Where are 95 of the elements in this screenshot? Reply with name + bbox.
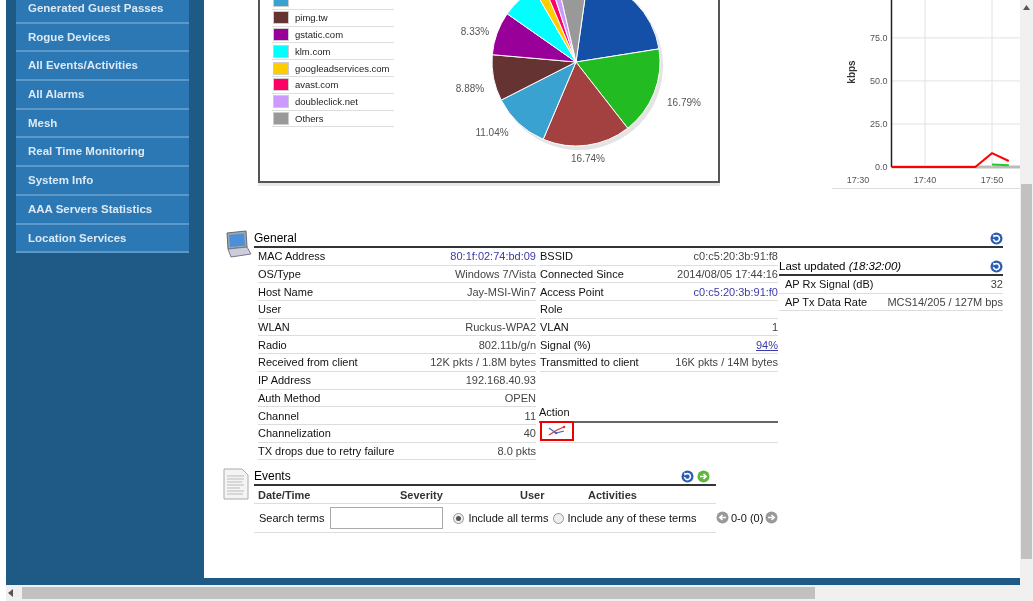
- slice-label: 8.33%: [460, 26, 490, 37]
- sidebar-item[interactable]: Location Services: [16, 224, 189, 254]
- search-label: Search terms: [259, 512, 325, 525]
- field-value: 8.0 pkts: [497, 444, 536, 457]
- slice-label: 8.88%: [455, 83, 485, 94]
- sidebar-item[interactable]: Generated Guest Passes: [16, 0, 189, 24]
- slice-label: 11.04%: [475, 127, 509, 138]
- column-header: Severity: [400, 488, 444, 501]
- field-value: 2014/08/05 17:44:16: [677, 268, 778, 281]
- slice-label: 16.79%: [667, 97, 701, 108]
- field-value: 802.11b/g/n: [478, 338, 536, 351]
- field-value: Jay-MSI-Win7: [466, 285, 536, 298]
- tick-label: 25.0: [869, 118, 888, 129]
- field-label: AP Tx Data Rate: [785, 296, 868, 309]
- radio-label: Include all terms: [468, 512, 549, 525]
- field-label: Transmitted to client: [540, 356, 639, 369]
- tick-label: 17:40: [913, 175, 937, 185]
- field-label: MAC Address: [258, 250, 326, 263]
- field-label: Role: [540, 303, 563, 316]
- axis-title: kbps: [846, 60, 857, 84]
- field-value: c0:c5:20:3b:91:f8: [693, 250, 778, 263]
- field-label: TX drops due to retry failure: [258, 444, 395, 457]
- section-title: Action: [539, 405, 570, 418]
- left-arrow-icon[interactable]: [6, 588, 16, 598]
- section-title: Events: [254, 469, 291, 484]
- field-value: 32: [990, 278, 1003, 291]
- search-field[interactable]: [330, 507, 444, 530]
- field-label: Received from client: [258, 356, 358, 369]
- field-value: MCS14/205 / 127M bps: [887, 296, 1003, 309]
- field-label: OS/Type: [258, 268, 301, 281]
- legend-label: doubleclick.net: [295, 96, 358, 108]
- legend-label: googleadservices.com: [295, 62, 390, 74]
- field-label: User: [258, 303, 282, 316]
- field-label: Signal (%): [540, 338, 591, 351]
- page-count: 0-0 (0): [731, 511, 764, 524]
- graph-action-button[interactable]: [540, 421, 574, 442]
- field-value: c0:c5:20:3b:91:f0: [693, 285, 778, 298]
- sidebar-item[interactable]: System Info: [16, 167, 189, 196]
- refresh-icon[interactable]: [990, 259, 1003, 273]
- section-title: General: [254, 231, 297, 245]
- sidebar-item[interactable]: AAA Servers Statistics: [16, 195, 189, 225]
- tick-label: 0.0: [875, 162, 888, 172]
- legend-label: Others: [295, 112, 324, 124]
- field-label: AP Rx Signal (dB): [785, 278, 874, 291]
- field-label: Access Point: [540, 285, 604, 298]
- next-arrow-icon[interactable]: [765, 511, 779, 525]
- sidebar-item[interactable]: Rogue Devices: [16, 23, 189, 53]
- sidebar-item[interactable]: Mesh: [16, 109, 189, 139]
- document-icon: [222, 468, 250, 501]
- legend-label: gstatic.com: [295, 29, 344, 40]
- refresh-icon[interactable]: [990, 231, 1003, 245]
- legend-label: avast.com: [295, 79, 339, 91]
- column-header: Date/Time: [258, 488, 312, 501]
- field-label: WLAN: [258, 321, 290, 334]
- sidebar-item[interactable]: Real Time Monitoring: [16, 138, 189, 168]
- vertical-scrollbar[interactable]: [1020, 0, 1033, 585]
- tick-label: 17:50: [980, 175, 1004, 185]
- field-value: 16K pkts / 14M bytes: [675, 356, 778, 369]
- field-value: 1: [771, 321, 778, 334]
- column-header: Activities: [588, 488, 638, 501]
- tick-label: 17:30: [846, 175, 870, 185]
- line-graph-icon: [547, 425, 567, 438]
- field-label: Channelization: [258, 427, 331, 440]
- legend-label: klm.com: [295, 45, 331, 57]
- field-label: Radio: [258, 338, 287, 351]
- field-value: OPEN: [504, 391, 536, 404]
- column-header: User: [520, 488, 546, 501]
- horizontal-scrollbar[interactable]: [6, 585, 1033, 601]
- field-label: IP Address: [258, 374, 311, 387]
- value-link[interactable]: 94%: [755, 338, 778, 351]
- field-label: VLAN: [540, 321, 569, 334]
- field-value: 80:1f:02:74:bd:09: [450, 250, 536, 263]
- tick-label: 75.0: [869, 32, 888, 43]
- field-value: Ruckus-WPA2: [465, 321, 536, 334]
- field-value: 192.168.40.93: [465, 374, 536, 387]
- radio-button[interactable]: [552, 512, 564, 524]
- field-value: 40: [523, 427, 536, 440]
- field-label: BSSID: [540, 250, 573, 263]
- legend-label: pimg.tw: [295, 12, 328, 24]
- field-value: 12K pkts / 1.8M bytes: [430, 356, 536, 369]
- field-label: Channel: [258, 409, 299, 422]
- field-label: Connected Since: [540, 268, 624, 281]
- tick-label: 50.0: [869, 75, 888, 86]
- field-value: Windows 7/Vista: [454, 268, 536, 281]
- field-value: 11: [524, 409, 536, 422]
- field-label: Auth Method: [258, 391, 321, 404]
- sidebar-item[interactable]: All Events/Activities: [16, 52, 189, 82]
- field-label: Host Name: [258, 285, 314, 298]
- previous-arrow-icon[interactable]: [716, 511, 729, 525]
- sidebar-item[interactable]: All Alarms: [16, 81, 189, 110]
- refresh-icon[interactable]: [681, 469, 694, 483]
- radio-button[interactable]: [453, 512, 465, 524]
- slice-label: 16.74%: [571, 153, 605, 164]
- last-updated-text: Last updated (18:32:00): [779, 260, 902, 272]
- radio-label: Include any of these terms: [567, 512, 697, 525]
